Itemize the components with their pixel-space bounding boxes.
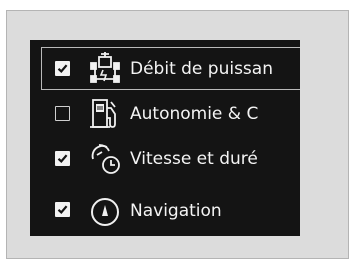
menu-item-label: Navigation — [130, 201, 222, 221]
menu-item-label: Débit de puissan — [130, 59, 273, 79]
compass-icon — [91, 198, 119, 226]
menu-item-label: Autonomie & C — [130, 104, 259, 124]
menu-item-label: Vitesse et duré — [130, 149, 258, 169]
check-icon — [57, 154, 68, 163]
checkbox-checked[interactable] — [55, 151, 70, 166]
speed-time-icon — [91, 144, 120, 174]
fuel-pump-icon — [90, 99, 116, 128]
power-flow-icon — [90, 52, 120, 83]
check-icon — [57, 64, 68, 73]
checkbox-unchecked[interactable] — [55, 106, 70, 121]
menu-item-power-flow[interactable]: Débit de puissan — [30, 47, 300, 90]
menu-item-navigation[interactable]: Navigation — [30, 182, 300, 226]
menu-item-speed-duration[interactable]: Vitesse et duré — [30, 137, 300, 180]
display-screen: Débit de puissan Autonomie & C Vitesse e… — [30, 40, 300, 236]
menu-item-range-fuel[interactable]: Autonomie & C — [30, 92, 300, 135]
checkbox-checked[interactable] — [55, 61, 70, 76]
checkbox-checked[interactable] — [55, 202, 70, 217]
check-icon — [57, 205, 68, 214]
